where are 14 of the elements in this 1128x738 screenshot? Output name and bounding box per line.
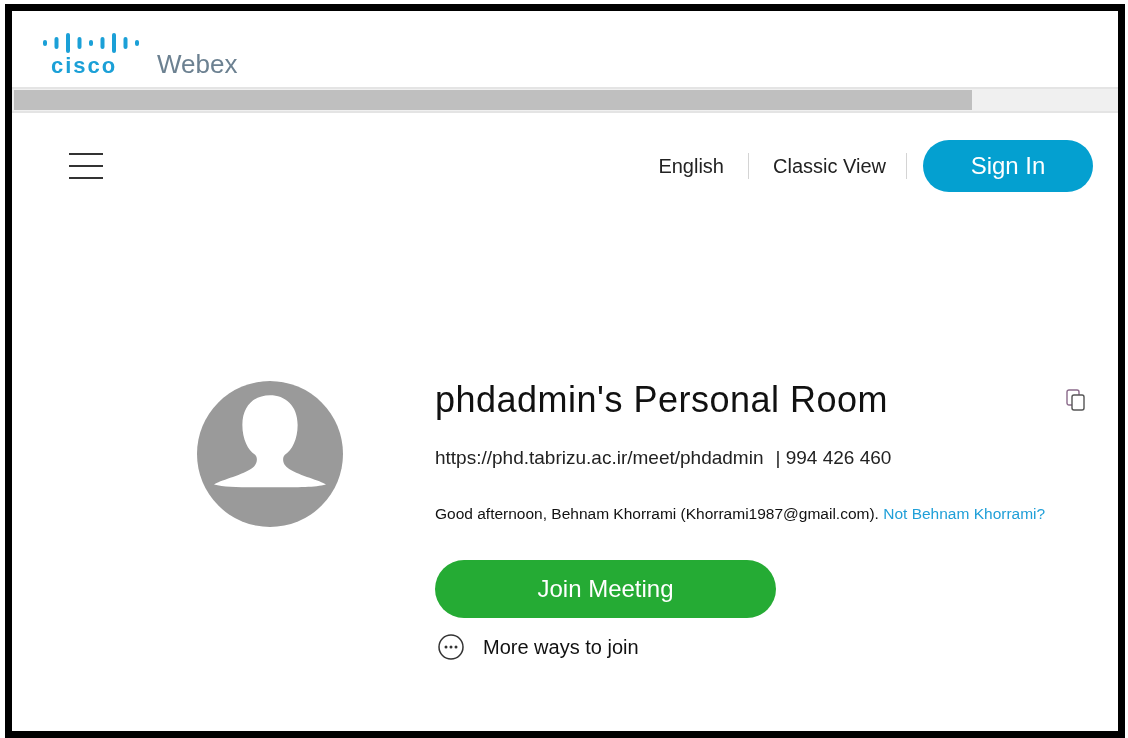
menu-button[interactable] — [69, 153, 103, 179]
copy-icon — [1066, 388, 1086, 412]
meeting-number: | 994 426 460 — [775, 447, 892, 469]
cisco-bars-icon — [43, 33, 141, 53]
product-name: Webex — [157, 51, 238, 77]
more-ways-link[interactable]: More ways to join — [435, 634, 639, 660]
menu-icon — [69, 153, 103, 179]
scrollbar-thumb[interactable] — [14, 90, 972, 110]
language-link[interactable]: English — [656, 154, 726, 178]
room-title: phdadmin's Personal Room — [435, 379, 889, 421]
brand-name: cisco — [50, 55, 118, 77]
more-options-icon — [438, 634, 464, 660]
greeting-text: Good afternoon, Behnam Khorrami (Khorrami1987@gmail.com). Not Behnam Khorrami? — [435, 504, 1047, 524]
view-link[interactable]: Classic View — [771, 154, 888, 178]
